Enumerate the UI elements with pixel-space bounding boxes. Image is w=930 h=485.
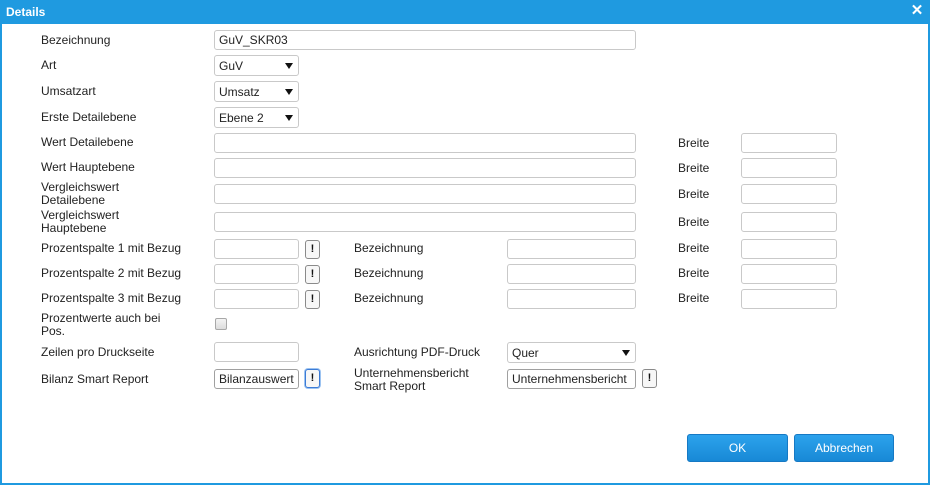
umsatzart-select-value: Umsatz [219,85,260,99]
vergleichswert-detailebene-input[interactable] [214,184,636,204]
prozentspalte-1-label: Prozentspalte 1 mit Bezug [41,241,182,255]
unternehmensbericht-label-line1: Unternehmensbericht [354,366,469,380]
zeilen-pro-druckseite-input[interactable] [214,342,299,362]
unternehmensbericht-label: Unternehmensbericht Smart Report [354,367,469,393]
breite-input[interactable] [741,239,837,259]
prozentspalte-3-label: Prozentspalte 3 mit Bezug [41,291,182,305]
chevron-down-icon [285,115,293,121]
umsatzart-label: Umsatzart [41,84,96,98]
bezeichnung-1-label: Bezeichnung [354,241,424,255]
wert-detailebene-label: Wert Detailebene [41,135,134,149]
bezeichnung-label: Bezeichnung [41,33,111,47]
vergleichswert-hauptebene-input[interactable] [214,212,636,232]
unternehmensbericht-label-line2: Smart Report [354,379,426,393]
prozentspalte-3-input[interactable] [214,289,299,309]
bezeichnung-3-label: Bezeichnung [354,291,424,305]
bezeichnung-input[interactable]: GuV_SKR03 [214,30,636,50]
unternehmensbericht-info-button[interactable]: ! [642,369,657,388]
bezeichnung-2-input[interactable] [507,264,636,284]
prozentspalte-3-info-button[interactable]: ! [305,290,320,309]
art-select-value: GuV [219,59,244,73]
breite-label: Breite [678,136,710,150]
art-label: Art [41,58,57,72]
bilanz-smart-report-label: Bilanz Smart Report [41,372,149,386]
prozentwerte-label: Prozentwerte auch bei Pos. [41,312,160,338]
chevron-down-icon [285,63,293,69]
cancel-button[interactable]: Abbrechen [794,434,894,462]
vergleichswert-hauptebene-label-line1: Vergleichswert [41,208,120,222]
wert-hauptebene-input[interactable] [214,158,636,178]
wert-hauptebene-label: Wert Hauptebene [41,160,135,174]
breite-input[interactable] [741,289,837,309]
breite-label: Breite [678,291,710,305]
breite-input[interactable] [741,264,837,284]
vergleichswert-detailebene-label-line1: Vergleichswert [41,180,120,194]
umsatzart-select[interactable]: Umsatz [214,81,299,102]
prozentspalte-2-info-button[interactable]: ! [305,265,320,284]
breite-label: Breite [678,187,710,201]
erste-detailebene-select[interactable]: Ebene 2 [214,107,299,128]
bezeichnung-1-input[interactable] [507,239,636,259]
erste-detailebene-label: Erste Detailebene [41,110,137,124]
breite-input[interactable] [741,212,837,232]
breite-input[interactable] [741,184,837,204]
close-icon[interactable]: ✕ [910,3,924,19]
breite-label: Breite [678,241,710,255]
prozentspalte-2-label: Prozentspalte 2 mit Bezug [41,266,182,280]
bezeichnung-3-input[interactable] [507,289,636,309]
art-select[interactable]: GuV [214,55,299,76]
bezeichnung-2-label: Bezeichnung [354,266,424,280]
vergleichswert-detailebene-label-line2: Detailebene [41,193,106,207]
ok-button[interactable]: OK [687,434,788,462]
prozentspalte-1-input[interactable] [214,239,299,259]
vergleichswert-detailebene-label: Vergleichswert Detailebene [41,181,119,207]
bilanz-smart-report-input[interactable]: Bilanzauswert [214,369,299,389]
prozentwerte-label-line1: Prozentwerte auch bei [41,311,161,325]
dialog-title: Details [6,5,46,19]
breite-label: Breite [678,266,710,280]
zeilen-pro-druckseite-label: Zeilen pro Druckseite [41,345,155,359]
chevron-down-icon [285,89,293,95]
bilanz-smart-report-info-button[interactable]: ! [305,369,320,388]
ausrichtung-pdf-select-value: Quer [512,346,539,360]
prozentwerte-label-line2: Pos. [41,324,66,338]
ausrichtung-pdf-select[interactable]: Quer [507,342,636,363]
titlebar: Details ✕ [0,0,930,24]
prozentspalte-1-info-button[interactable]: ! [305,240,320,259]
breite-input[interactable] [741,133,837,153]
chevron-down-icon [622,350,630,356]
wert-detailebene-input[interactable] [214,133,636,153]
details-dialog: Details ✕ Bezeichnung GuV_SKR03 Art GuV … [0,0,930,485]
erste-detailebene-select-value: Ebene 2 [219,111,264,125]
breite-input[interactable] [741,158,837,178]
vergleichswert-hauptebene-label: Vergleichswert Hauptebene [41,209,119,235]
breite-label: Breite [678,161,710,175]
prozentwerte-checkbox[interactable] [215,318,227,330]
vergleichswert-hauptebene-label-line2: Hauptebene [41,221,107,235]
unternehmensbericht-input[interactable]: Unternehmensbericht [507,369,636,389]
prozentspalte-2-input[interactable] [214,264,299,284]
ausrichtung-pdf-label: Ausrichtung PDF-Druck [354,345,481,359]
breite-label: Breite [678,215,710,229]
